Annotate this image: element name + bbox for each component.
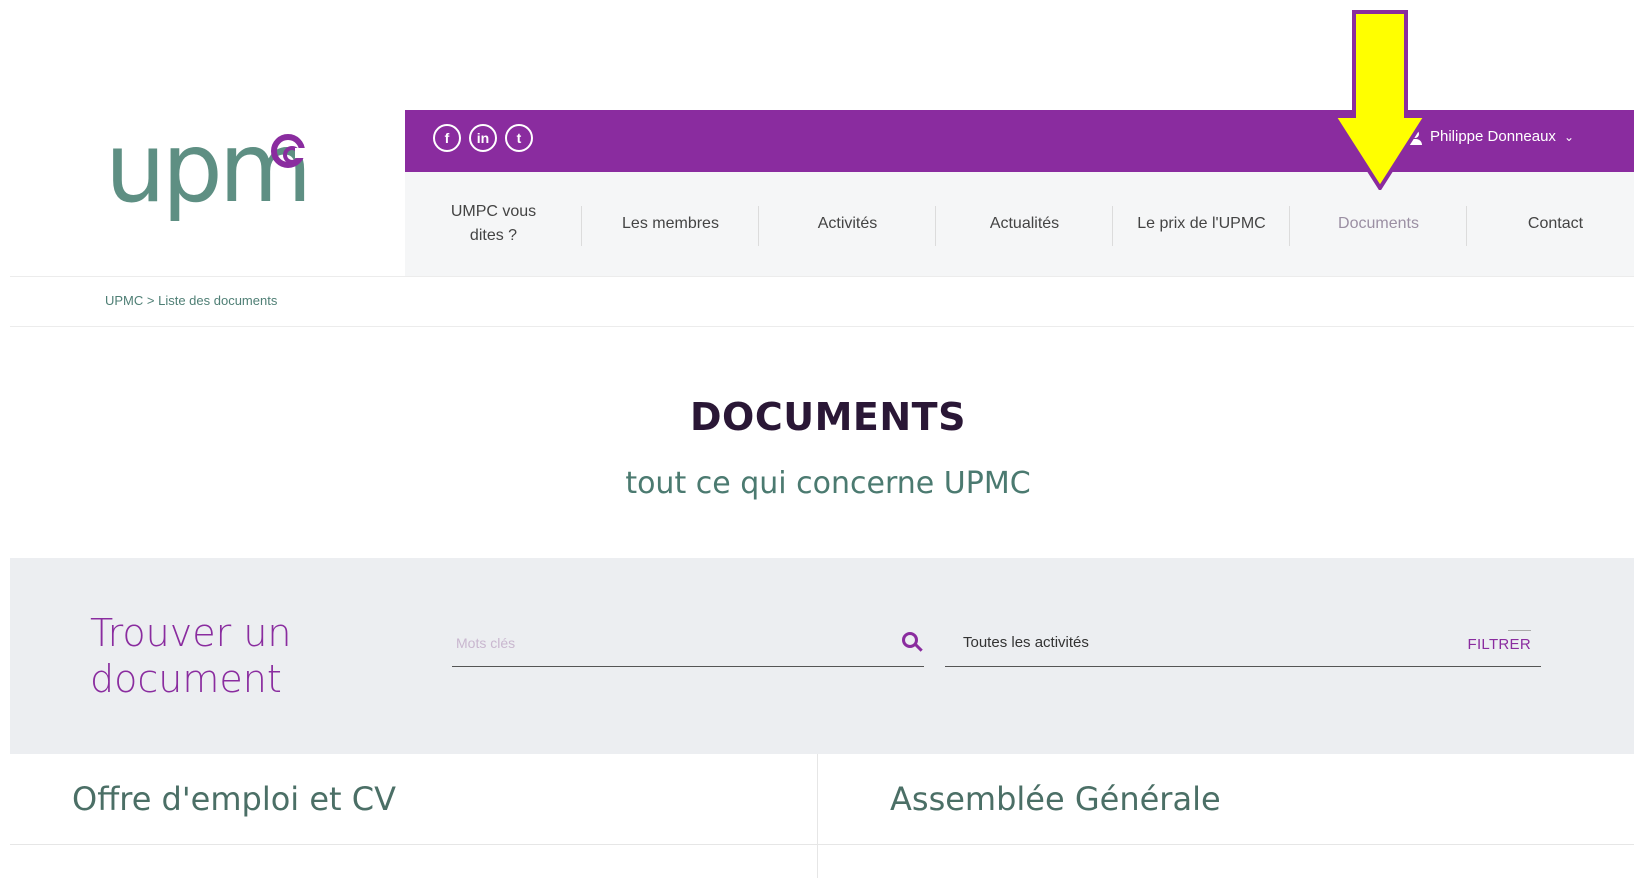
nav-item-label: Contact	[1527, 215, 1584, 232]
nav-item-contact[interactable]: Contact	[1467, 172, 1634, 276]
linkedin-icon[interactable]: in	[469, 124, 497, 152]
nav-item-label: Les membres	[622, 215, 719, 232]
activity-select-value: Toutes les activités	[963, 634, 1089, 651]
twitter-icon[interactable]: t	[505, 124, 533, 152]
user-name: Philippe Donneaux	[1430, 128, 1556, 145]
user-menu[interactable]: Philippe Donneaux ⌄	[1408, 128, 1574, 145]
nav-item-label: Le prix de l'UPMC	[1137, 215, 1266, 232]
nav-item-label: Actualités	[989, 215, 1060, 232]
annotation-arrow-icon	[1334, 10, 1424, 190]
page-subtitle: tout ce qui concerne UPMC	[625, 466, 1031, 501]
search-title: Trouver un document	[90, 611, 292, 701]
nav-item-les-membres[interactable]: Les membres	[582, 172, 759, 276]
site-logo[interactable]: upm	[105, 120, 325, 240]
nav-item-label: UMPC vous dites ?	[450, 203, 537, 244]
column-divider	[817, 754, 818, 878]
top-bar: f in t Philippe Donneaux ⌄	[405, 110, 1634, 172]
divider	[10, 326, 1634, 327]
nav-item-label: Activités	[817, 215, 878, 232]
nav-item-actualites[interactable]: Actualités	[936, 172, 1113, 276]
chevron-down-icon: ⌄	[1563, 129, 1574, 144]
copyright-mark-icon	[271, 134, 305, 168]
social-links: f in t	[433, 124, 533, 152]
activity-select[interactable]: Toutes les activités FILTRER	[945, 622, 1541, 667]
search-panel: Trouver un document Toutes les activités…	[10, 558, 1634, 754]
keyword-field	[452, 624, 924, 667]
keyword-input[interactable]	[452, 624, 860, 662]
logo-text: upm	[105, 112, 312, 224]
facebook-icon[interactable]: f	[433, 124, 461, 152]
category-row: Offre d'emploi et CV Assemblée Générale	[10, 754, 1634, 845]
nav-item-umpc-vous-dites[interactable]: UMPC vous dites ?	[405, 172, 582, 276]
divider	[10, 276, 1634, 277]
nav-item-prix-upmc[interactable]: Le prix de l'UPMC	[1113, 172, 1290, 276]
category-offre-emploi[interactable]: Offre d'emploi et CV	[72, 754, 396, 844]
filter-button[interactable]: FILTRER	[1468, 630, 1532, 653]
page-title: DOCUMENTS	[690, 395, 966, 439]
breadcrumb[interactable]: UPMC > Liste des documents	[105, 293, 277, 308]
nav-item-label: Documents	[1338, 215, 1419, 232]
search-icon[interactable]	[902, 632, 918, 648]
main-nav: UMPC vous dites ? Les membres Activités …	[405, 172, 1634, 276]
nav-item-activites[interactable]: Activités	[759, 172, 936, 276]
category-assemblee-generale[interactable]: Assemblée Générale	[890, 754, 1221, 844]
